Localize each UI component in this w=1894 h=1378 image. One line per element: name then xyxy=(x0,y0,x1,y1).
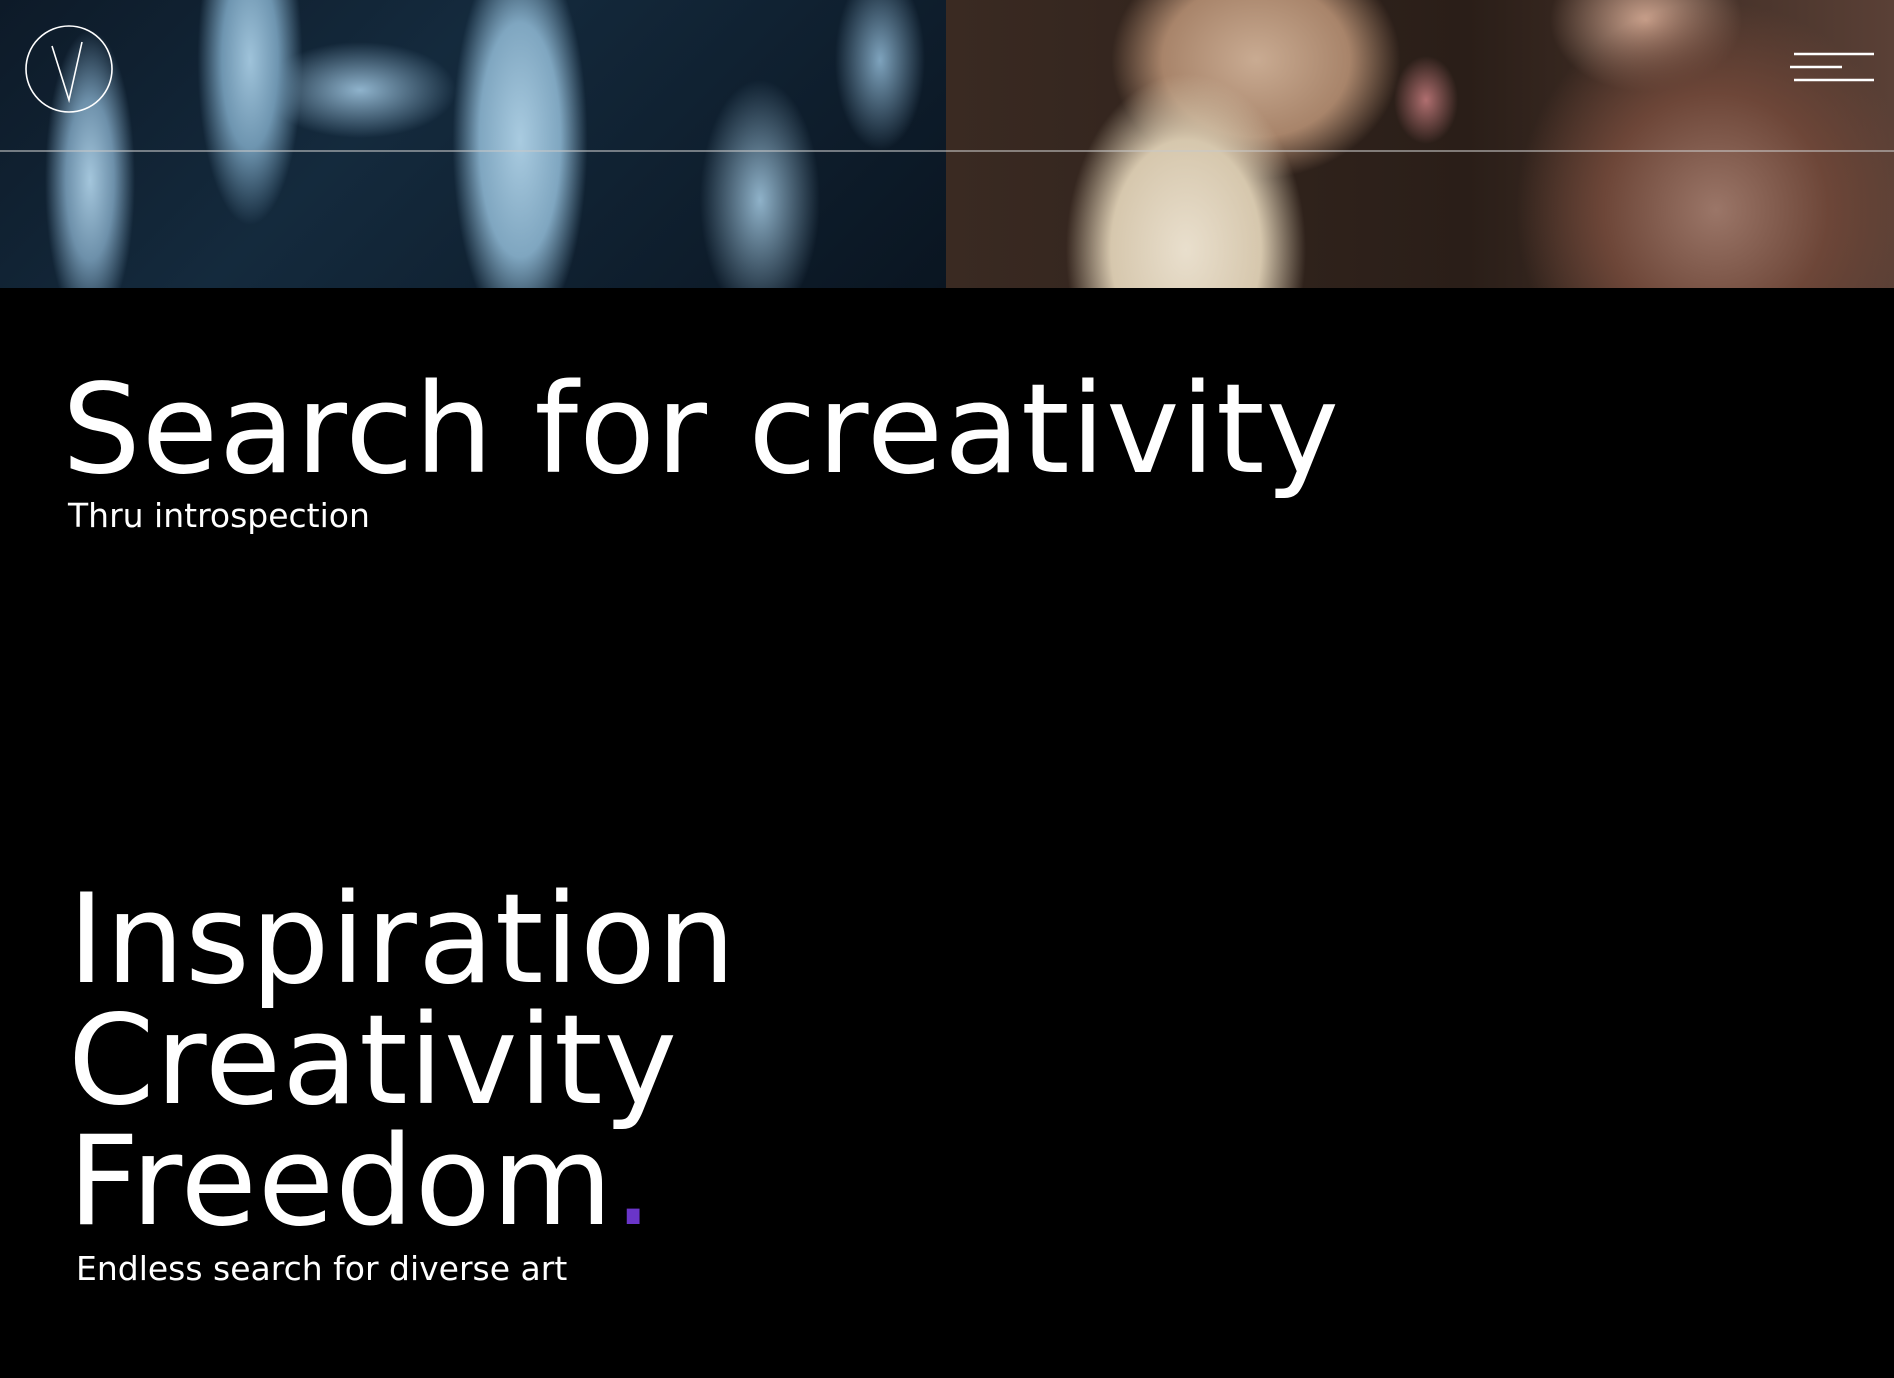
logo-icon[interactable] xyxy=(24,24,114,114)
keyword-freedom: Freedom xyxy=(68,1110,614,1254)
page-subtitle: Thru introspection xyxy=(68,496,370,535)
hero-image-right xyxy=(946,0,1894,288)
accent-dot: . xyxy=(613,1110,654,1254)
hero-image-left xyxy=(0,0,946,288)
menu-button[interactable] xyxy=(1790,50,1874,86)
keyword-creativity: Creativity xyxy=(68,989,679,1133)
keyword-inspiration: Inspiration xyxy=(68,868,737,1012)
hero-banner xyxy=(0,0,1894,288)
hamburger-menu-icon xyxy=(1790,52,1874,82)
keyword-freedom-line: Freedom. xyxy=(68,1120,736,1244)
page-title: Search for creativity xyxy=(62,358,1340,502)
page: Search for creativity Thru introspection… xyxy=(0,0,1894,1378)
keywords-heading: Inspiration Creativity Freedom. xyxy=(68,868,737,1244)
header-divider xyxy=(0,150,1894,152)
tagline: Endless search for diverse art xyxy=(76,1249,568,1288)
